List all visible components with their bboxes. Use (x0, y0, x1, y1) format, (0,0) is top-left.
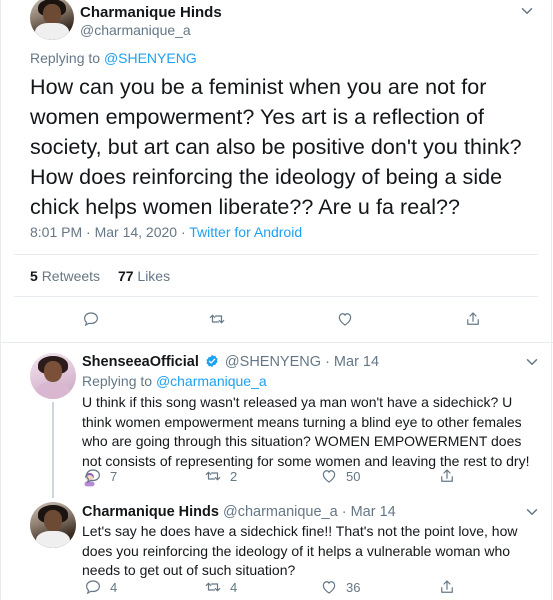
reply-button[interactable]: 4 (84, 578, 117, 596)
tweet-date[interactable]: · Mar 14 (342, 504, 396, 520)
replying-to-link[interactable]: @SHENYENG (104, 50, 197, 66)
replying-label: Replying to (82, 373, 153, 389)
author-name[interactable]: Charmanique Hinds (82, 504, 219, 520)
reply-count: 4 (110, 579, 118, 595)
reply-button[interactable] (82, 310, 100, 328)
share-button[interactable] (438, 467, 456, 485)
retweet-count: 4 (230, 579, 238, 595)
retweets-stat[interactable]: 5 Retweets (30, 268, 100, 284)
main-tweet-header: Charmanique Hinds @charmanique_a (26, 0, 546, 42)
retweet-count: 2 (230, 468, 238, 484)
share-icon (441, 580, 453, 593)
retweet-icon (205, 471, 221, 481)
tweet-detail-view: Charmanique Hinds @charmanique_a Replyin… (0, 0, 553, 600)
source-link[interactable]: Twitter for Android (189, 224, 302, 240)
avatar[interactable] (30, 353, 76, 399)
reply-header: Charmanique Hinds @charmanique_a · Mar 1… (82, 504, 396, 520)
author-name[interactable]: Charmanique Hinds (80, 4, 222, 21)
author-handle[interactable]: @charmanique_a (80, 22, 191, 38)
heart-icon (338, 313, 352, 326)
comment-icon (86, 580, 100, 595)
tweet-stats: 5 Retweets 77 Likes (30, 268, 184, 284)
author-handle[interactable]: @SHENYENG (225, 354, 321, 370)
timestamp[interactable]: 8:01 PM · Mar 14, 2020 · (30, 224, 186, 240)
retweet-button[interactable] (208, 310, 226, 328)
likes-stat[interactable]: 77 Likes (118, 268, 170, 284)
heart-icon (322, 581, 336, 594)
replying-label: Replying to (30, 50, 101, 66)
comment-icon (84, 312, 98, 327)
reply-button[interactable]: 7 (84, 467, 117, 485)
like-button[interactable]: 36 (320, 578, 360, 596)
tweet-meta: 8:01 PM · Mar 14, 2020 · Twitter for And… (30, 224, 302, 240)
reply-text-body: U think if this song wasn't released ya … (82, 394, 530, 469)
share-icon (467, 312, 479, 325)
avatar[interactable] (30, 0, 74, 40)
share-button[interactable] (464, 310, 482, 328)
verified-badge-icon (206, 354, 218, 368)
comment-icon (86, 469, 100, 484)
retweet-icon (205, 582, 221, 592)
reply-count: 7 (110, 468, 118, 484)
retweet-button[interactable]: 2 (204, 467, 237, 485)
replying-to: Replying to @charmanique_a (82, 373, 267, 389)
divider (0, 342, 553, 343)
replying-to: Replying to @SHENYENG (30, 50, 197, 66)
author-handle[interactable]: @charmanique_a (223, 504, 338, 520)
like-count: 36 (346, 579, 361, 595)
right-border (551, 0, 552, 600)
chevron-down-icon[interactable] (523, 353, 541, 371)
divider (14, 254, 538, 255)
reply-header: ShenseeaOfficial @SHENYENG · Mar 14 (82, 354, 379, 370)
like-count: 50 (346, 468, 361, 484)
replying-to-link[interactable]: @charmanique_a (156, 373, 267, 389)
reply-text: Let's say he does have a sidechick fine!… (82, 523, 518, 578)
main-tweet-actions (0, 310, 553, 332)
share-icon (441, 469, 453, 482)
tweet-date[interactable]: · Mar 14 (325, 354, 379, 370)
share-button[interactable] (438, 578, 456, 596)
like-button[interactable] (336, 310, 354, 328)
reply-actions: 4 4 36 (0, 578, 553, 600)
chevron-down-icon[interactable] (523, 503, 541, 521)
tweet-text: How can you be a feminist when you are n… (30, 75, 522, 219)
heart-icon (322, 470, 336, 483)
chevron-down-icon[interactable] (518, 2, 536, 20)
like-button[interactable]: 50 (320, 467, 360, 485)
left-border (0, 0, 1, 600)
author-name[interactable]: ShenseeaOfficial (82, 354, 199, 370)
divider (14, 296, 538, 297)
retweet-button[interactable]: 4 (204, 578, 237, 596)
reply-actions: 7 2 50 (0, 467, 553, 489)
retweet-icon (209, 314, 225, 324)
avatar[interactable] (30, 502, 76, 548)
